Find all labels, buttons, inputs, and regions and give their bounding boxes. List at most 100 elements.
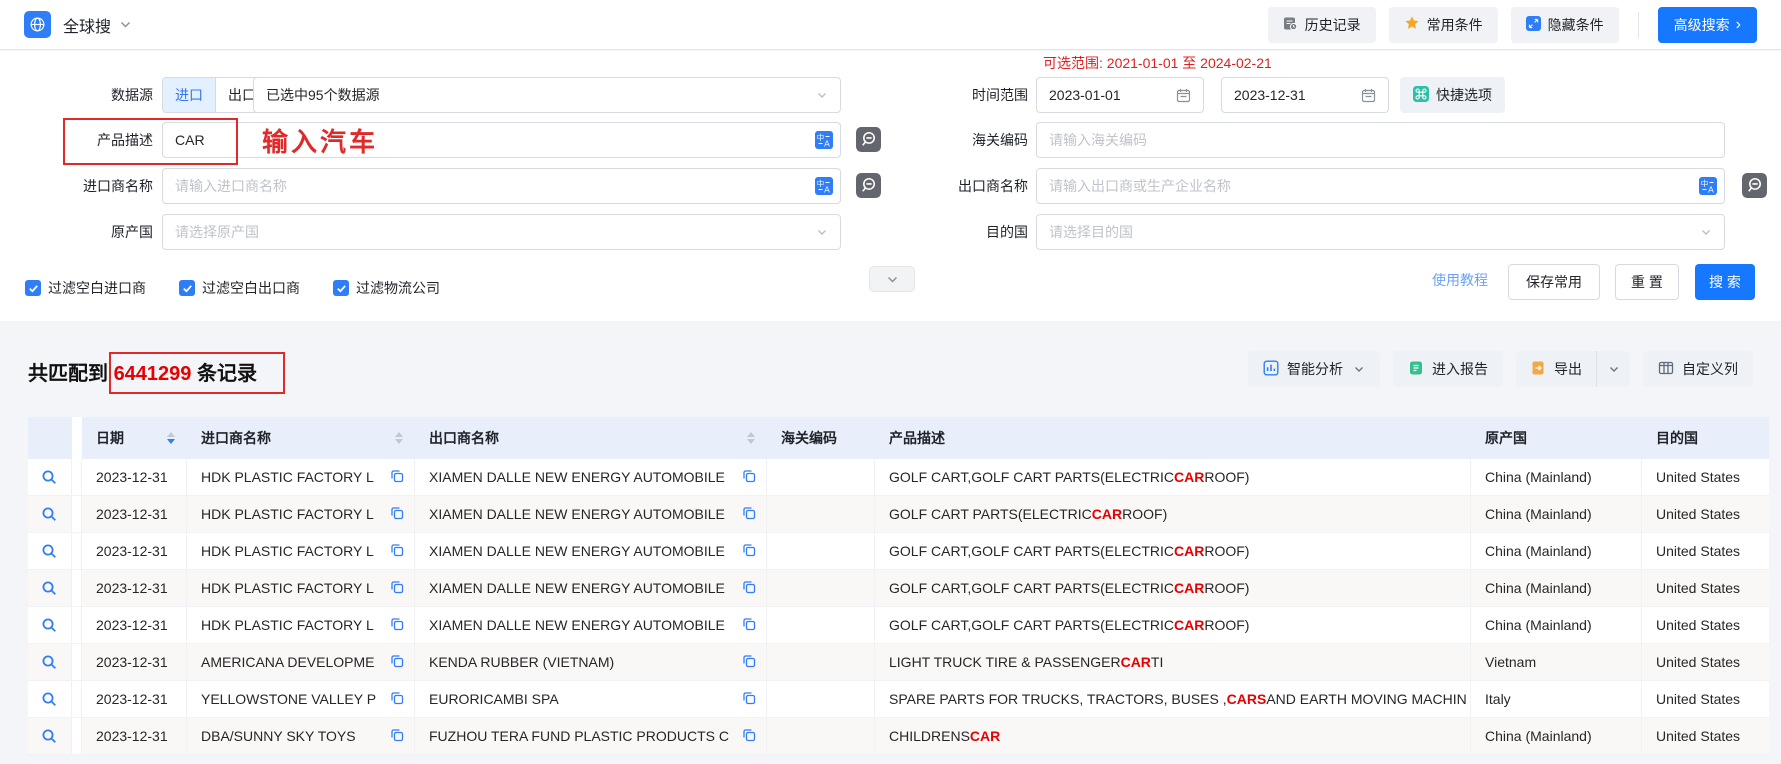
customs-code-input[interactable]	[1036, 122, 1725, 158]
exclude-filter-icon[interactable]	[1742, 173, 1767, 201]
translate-icon[interactable]: 中A	[815, 177, 833, 198]
sort-importer[interactable]	[395, 432, 405, 444]
sort-exporter[interactable]	[747, 432, 757, 444]
row-search-icon[interactable]	[41, 654, 58, 671]
destination-country-select[interactable]: 请选择目的国	[1036, 214, 1725, 250]
row-gap	[72, 644, 82, 680]
data-source-select[interactable]: 已选中95个数据源	[253, 77, 841, 113]
favorite-conditions-button[interactable]: 常用条件	[1389, 7, 1498, 43]
importer-name: YELLOWSTONE VALLEY P	[201, 691, 376, 707]
filter-checkbox-1[interactable]: 过滤空白出口商	[179, 278, 300, 298]
copy-icon[interactable]	[384, 469, 404, 486]
product-desc-cell: GOLF CART,GOLF CART PARTS(ELECTRIC CAR R…	[875, 459, 1471, 495]
date-cell: 2023-12-31	[82, 496, 187, 532]
exporter-name: XIAMEN DALLE NEW ENERGY AUTOMOBILE	[429, 543, 725, 559]
export-label: 导出	[1554, 359, 1582, 379]
copy-icon[interactable]	[384, 543, 404, 560]
history-button[interactable]: 历史记录	[1268, 7, 1376, 43]
row-search-icon[interactable]	[41, 691, 58, 708]
row-search-icon[interactable]	[41, 728, 58, 745]
destination-country-cell: United States	[1642, 496, 1769, 532]
checkbox-checked-icon[interactable]	[333, 280, 349, 296]
date-cell: 2023-12-31	[82, 644, 187, 680]
exporter-input[interactable]	[1036, 168, 1725, 204]
filter-checkbox-0[interactable]: 过滤空白进口商	[25, 278, 146, 298]
filter-checkbox-2[interactable]: 过滤物流公司	[333, 278, 440, 298]
export-options-chevron[interactable]	[1596, 351, 1630, 387]
row-gap	[72, 718, 82, 754]
origin-country-cell: China (Mainland)	[1471, 570, 1642, 606]
reset-button[interactable]: 重 置	[1615, 264, 1679, 300]
importer-cell: HDK PLASTIC FACTORY L	[187, 459, 415, 495]
date-cell: 2023-12-31	[82, 533, 187, 569]
smart-analysis-button[interactable]: 智能分析	[1248, 351, 1380, 387]
export-button[interactable]: 导出	[1516, 351, 1596, 387]
copy-icon[interactable]	[384, 506, 404, 523]
header-gap	[72, 417, 82, 459]
end-date-input[interactable]: 2023-12-31	[1221, 77, 1389, 113]
quick-options-icon	[1413, 86, 1429, 105]
results-prefix: 共匹配到	[28, 363, 108, 385]
chevron-down-icon	[1608, 363, 1620, 375]
product-desc-cell: CHILDRENS CAR	[875, 718, 1471, 754]
copy-icon[interactable]	[384, 728, 404, 745]
header-date: 日期	[82, 417, 187, 459]
hide-conditions-button[interactable]: 隐藏条件	[1511, 7, 1619, 43]
row-search-icon[interactable]	[41, 469, 58, 486]
svg-text:中: 中	[1701, 178, 1709, 188]
copy-icon[interactable]	[736, 543, 756, 560]
copy-icon[interactable]	[736, 654, 756, 671]
advanced-search-button[interactable]: 高级搜索 ›	[1658, 7, 1757, 43]
exporter-field: 中A	[1036, 168, 1725, 204]
results-count-title: 共匹配到 6441299 条记录	[28, 357, 257, 386]
copy-icon[interactable]	[736, 617, 756, 634]
row-search-icon[interactable]	[41, 580, 58, 597]
product-text: ROOF)	[1204, 580, 1249, 596]
translate-icon[interactable]: 中A	[1699, 177, 1717, 198]
save-common-button[interactable]: 保存常用	[1508, 264, 1600, 300]
header-customs-code: 海关编码	[767, 417, 875, 459]
row-search-icon[interactable]	[41, 543, 58, 560]
exporter-cell: XIAMEN DALLE NEW ENERGY AUTOMOBILE	[415, 496, 767, 532]
copy-icon[interactable]	[384, 654, 404, 671]
row-search-icon[interactable]	[41, 617, 58, 634]
sort-date[interactable]	[167, 432, 177, 444]
copy-icon[interactable]	[384, 691, 404, 708]
quick-options-button[interactable]: 快捷选项	[1400, 77, 1505, 113]
divider	[1638, 12, 1639, 38]
copy-icon[interactable]	[736, 691, 756, 708]
collapse-form-button[interactable]	[869, 266, 915, 292]
copy-icon[interactable]	[736, 469, 756, 486]
exporter-name: XIAMEN DALLE NEW ENERGY AUTOMOBILE	[429, 506, 725, 522]
date-cell: 2023-12-31	[82, 718, 187, 754]
origin-country-select[interactable]: 请选择原产国	[162, 214, 841, 250]
product-text: GOLF CART,GOLF CART PARTS(ELECTRIC	[889, 543, 1174, 559]
app-switcher-chevron-down-icon[interactable]	[119, 18, 132, 31]
enter-report-button[interactable]: 进入报告	[1393, 351, 1503, 387]
importer-name: HDK PLASTIC FACTORY L	[201, 617, 374, 633]
copy-icon[interactable]	[384, 580, 404, 597]
importer-input[interactable]	[162, 168, 841, 204]
translate-icon[interactable]: 中A	[815, 131, 833, 152]
copy-icon[interactable]	[736, 506, 756, 523]
copy-icon[interactable]	[736, 728, 756, 745]
start-date-input[interactable]: 2023-01-01	[1036, 77, 1204, 113]
exclude-filter-icon[interactable]	[856, 173, 881, 201]
destination-country-placeholder: 请选择目的国	[1049, 222, 1133, 242]
row-detail-cell	[28, 533, 72, 569]
copy-icon[interactable]	[384, 617, 404, 634]
svg-text:中: 中	[817, 132, 825, 142]
copy-icon[interactable]	[736, 580, 756, 597]
exclude-filter-icon[interactable]	[856, 127, 881, 155]
row-search-icon[interactable]	[41, 506, 58, 523]
destination-country-cell: United States	[1642, 681, 1769, 717]
exporter-cell: XIAMEN DALLE NEW ENERGY AUTOMOBILE	[415, 607, 767, 643]
search-button[interactable]: 搜 索	[1695, 264, 1755, 300]
product-text: AND EARTH MOVING MACHIN	[1266, 691, 1466, 707]
checkbox-checked-icon[interactable]	[179, 280, 195, 296]
checkbox-checked-icon[interactable]	[25, 280, 41, 296]
custom-columns-button[interactable]: 自定义列	[1643, 351, 1753, 387]
tutorial-link[interactable]: 使用教程	[1432, 270, 1488, 290]
import-toggle[interactable]: 进口	[163, 78, 215, 112]
table-body: 2023-12-31HDK PLASTIC FACTORY LXIAMEN DA…	[28, 459, 1769, 755]
